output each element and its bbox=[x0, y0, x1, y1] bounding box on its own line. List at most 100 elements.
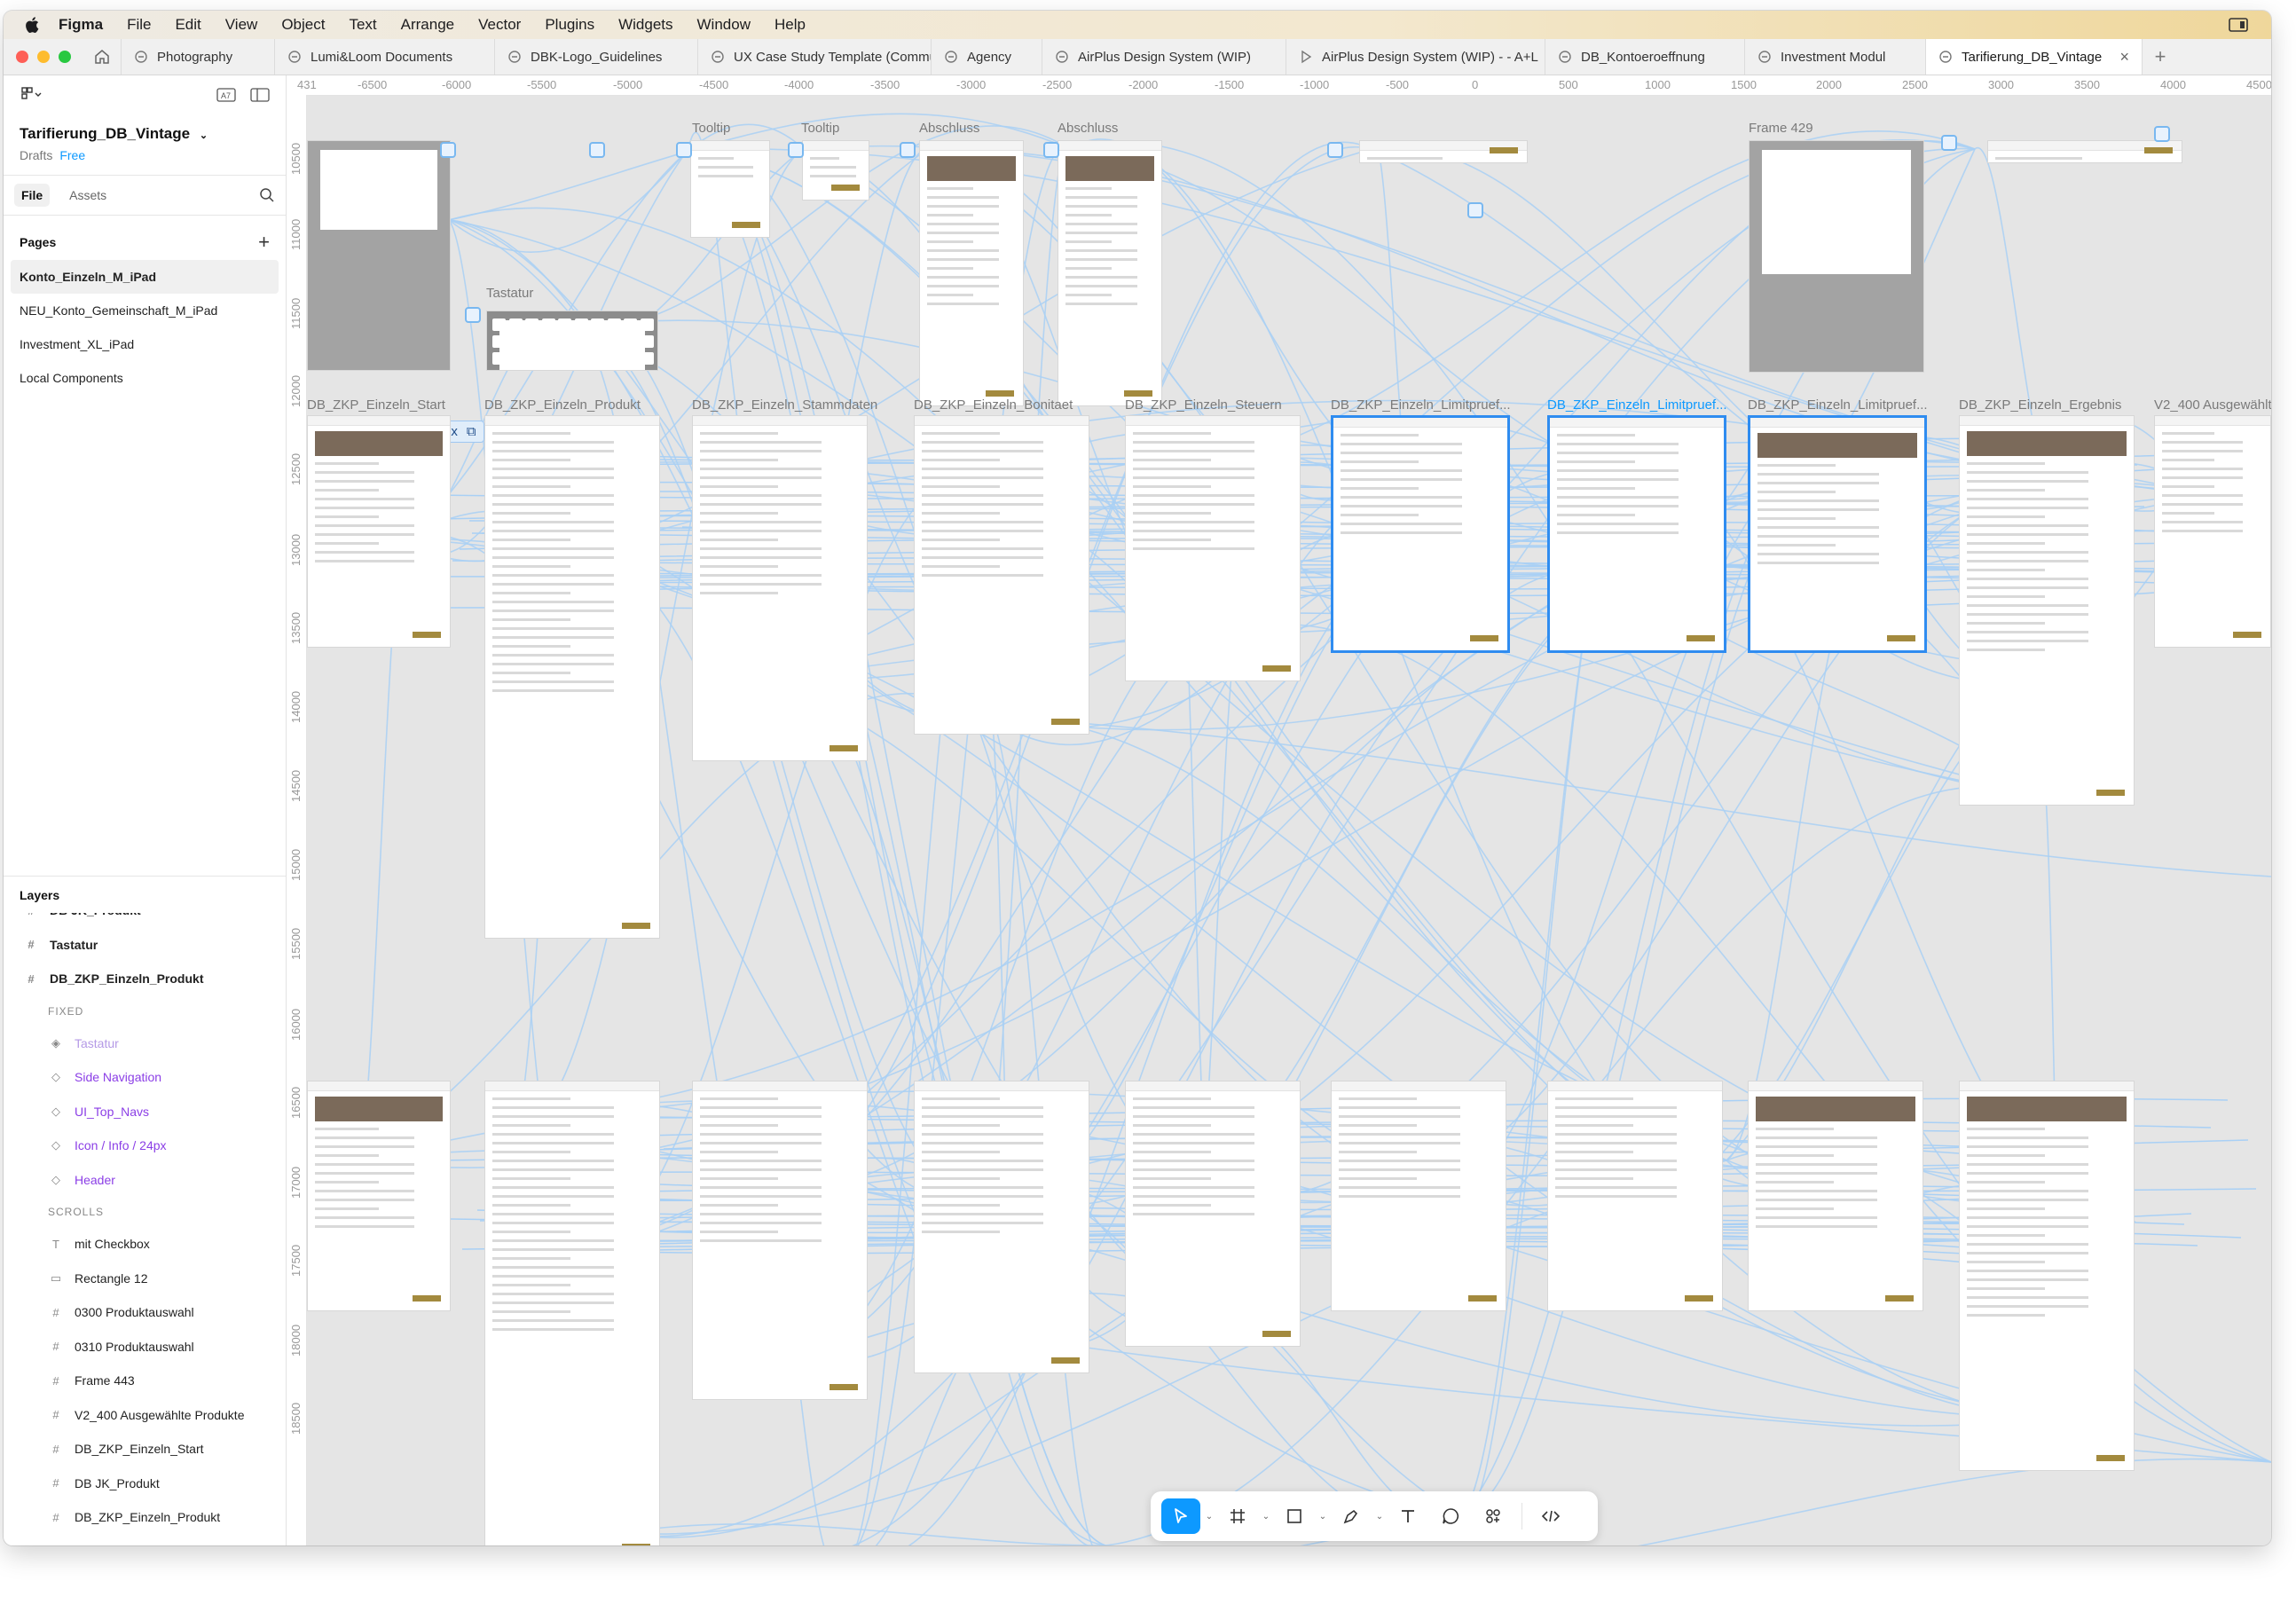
chevron-down-icon[interactable]: ⌄ bbox=[1317, 1512, 1328, 1522]
frame-name-label[interactable]: V2_400 Ausgewählte bbox=[2154, 397, 2271, 413]
frame-name-label[interactable]: DB_ZKP_Einzeln_Limitpruef... bbox=[1547, 397, 1727, 413]
tab-dbk-logo[interactable]: DBK-Logo_Guidelines bbox=[495, 39, 698, 75]
layer-row[interactable]: ◇ UI_Top_Navs bbox=[4, 1095, 286, 1129]
tab-assets[interactable]: Assets bbox=[62, 184, 114, 207]
menu-app-name[interactable]: Figma bbox=[59, 16, 103, 34]
new-tab-button[interactable]: + bbox=[2143, 45, 2178, 68]
interaction-node-icon[interactable] bbox=[788, 142, 804, 158]
home-tab[interactable] bbox=[83, 39, 122, 75]
layer-row[interactable]: # Frame 443 bbox=[4, 1364, 286, 1398]
tab-lumi-loom[interactable]: Lumi&Loom Documents bbox=[275, 39, 495, 75]
notification-frame[interactable] bbox=[1359, 140, 1528, 163]
layer-row[interactable]: #DB_ZKP_Einzeln_Start bbox=[4, 1432, 286, 1467]
layer-row[interactable]: # DB_ZKP_Einzeln_Produkt bbox=[4, 962, 286, 996]
layer-row[interactable]: # DB JK_Produkt bbox=[4, 913, 286, 928]
frame-name-label[interactable]: Abschluss bbox=[919, 121, 979, 136]
screen-frame[interactable] bbox=[1547, 1081, 1723, 1311]
frame-name-label[interactable]: Tooltip bbox=[692, 121, 730, 136]
screen-frame[interactable] bbox=[692, 1081, 868, 1400]
page-item[interactable]: Konto_Einzeln_M_iPad bbox=[11, 260, 279, 294]
menu-widgets[interactable]: Widgets bbox=[618, 16, 672, 34]
menu-file[interactable]: File bbox=[127, 16, 151, 34]
abschluss-frame[interactable] bbox=[919, 140, 1024, 406]
screen-frame[interactable] bbox=[1125, 415, 1301, 681]
layer-row[interactable]: #0300 Produktauswahl bbox=[4, 1295, 286, 1330]
interaction-node-icon[interactable] bbox=[1327, 142, 1343, 158]
frame-name-label[interactable]: DB_ZKP_Einzeln_Ergebnis bbox=[1959, 397, 2121, 413]
layer-row[interactable]: ◇ Header bbox=[4, 1163, 286, 1198]
frame-name-label[interactable]: DB_ZKP_Einzeln_Steuern bbox=[1125, 397, 1282, 413]
screen-frame[interactable] bbox=[307, 1081, 451, 1311]
screen-frame[interactable] bbox=[2154, 415, 2271, 648]
text-tool-button[interactable] bbox=[1388, 1498, 1427, 1534]
interaction-node-icon[interactable] bbox=[465, 307, 481, 323]
toggle-sidebar-icon[interactable] bbox=[250, 87, 270, 103]
design-canvas[interactable]: Tooltip Tooltip Abschluss Abschluss Frame 42… bbox=[307, 96, 2271, 1545]
close-tab-icon[interactable]: × bbox=[2109, 48, 2129, 67]
pen-tool-button[interactable] bbox=[1332, 1498, 1371, 1534]
layer-row[interactable]: # Tastatur bbox=[4, 928, 286, 963]
move-tool-button[interactable] bbox=[1161, 1498, 1200, 1534]
interaction-node-icon[interactable] bbox=[2154, 126, 2170, 142]
interaction-node-icon[interactable] bbox=[676, 142, 692, 158]
frame-name-label[interactable]: Tooltip bbox=[801, 121, 839, 136]
interaction-node-icon[interactable] bbox=[900, 142, 916, 158]
overlay-frame[interactable] bbox=[307, 140, 451, 371]
screen-frame[interactable] bbox=[1959, 415, 2135, 806]
close-window-button[interactable] bbox=[16, 51, 28, 63]
menu-object[interactable]: Object bbox=[281, 16, 325, 34]
tab-airplus-design-system[interactable]: AirPlus Design System (WIP) bbox=[1042, 39, 1286, 75]
layer-row[interactable]: #DB_ZKP_Einzeln_Start bbox=[4, 1535, 286, 1545]
layer-row[interactable]: ◇ Icon / Info / 24px bbox=[4, 1128, 286, 1163]
frame-429[interactable] bbox=[1749, 140, 1924, 373]
layer-row[interactable]: Tmit Checkbox bbox=[4, 1227, 286, 1262]
notification-frame[interactable] bbox=[1987, 140, 2182, 163]
screen-frame[interactable] bbox=[484, 1081, 660, 1545]
page-item[interactable]: Investment_XL_iPad bbox=[4, 327, 286, 361]
chevron-down-icon[interactable]: ⌄ bbox=[1261, 1512, 1271, 1522]
screen-frame[interactable] bbox=[1748, 1081, 1923, 1311]
figma-menu-status-icon[interactable] bbox=[2229, 17, 2248, 33]
interaction-node-icon[interactable] bbox=[1467, 202, 1483, 218]
screen-frame[interactable] bbox=[914, 1081, 1089, 1373]
add-page-icon[interactable]: + bbox=[258, 231, 270, 254]
zoom-window-button[interactable] bbox=[59, 51, 71, 63]
interaction-node-icon[interactable] bbox=[1043, 142, 1059, 158]
file-title[interactable]: Tarifierung_DB_Vintage ⌄ bbox=[20, 125, 286, 143]
screen-frame[interactable] bbox=[307, 415, 451, 648]
menu-text[interactable]: Text bbox=[349, 16, 376, 34]
frame-name-label[interactable]: DB_ZKP_Einzeln_Start bbox=[307, 397, 445, 413]
screen-frame[interactable] bbox=[1748, 415, 1927, 653]
dev-mode-toggle[interactable] bbox=[1531, 1498, 1570, 1534]
layer-row[interactable]: # DB JK_Produkt bbox=[4, 1467, 286, 1501]
interaction-node-icon[interactable] bbox=[440, 142, 456, 158]
tab-tarifierung-db-vintage[interactable]: Tarifierung_DB_Vintage × bbox=[1926, 39, 2143, 75]
shape-tool-button[interactable] bbox=[1275, 1498, 1314, 1534]
tab-ux-case-study[interactable]: UX Case Study Template (Community) bbox=[698, 39, 932, 75]
interaction-node-icon[interactable] bbox=[589, 142, 605, 158]
apple-logo-icon[interactable] bbox=[23, 15, 43, 35]
frame-name-label[interactable]: DB_ZKP_Einzeln_Bonitaet bbox=[914, 397, 1073, 413]
frame-name-label[interactable]: Abschluss bbox=[1058, 121, 1118, 136]
frame-name-label[interactable]: DB_ZKP_Einzeln_Produkt bbox=[484, 397, 641, 413]
screen-frame[interactable] bbox=[1331, 415, 1510, 653]
layer-row[interactable]: #0310 Produktauswahl bbox=[4, 1330, 286, 1364]
frame-name-label[interactable]: DB_ZKP_Einzeln_Limitpruef... bbox=[1748, 397, 1928, 413]
plan-badge[interactable]: Free bbox=[59, 148, 85, 162]
frame-name-label[interactable]: DB_ZKP_Einzeln_Stammdaten bbox=[692, 397, 877, 413]
page-item[interactable]: NEU_Konto_Gemeinschaft_M_iPad bbox=[4, 294, 286, 327]
menu-plugins[interactable]: Plugins bbox=[545, 16, 594, 34]
layer-row[interactable]: ▭ Rectangle 12 bbox=[4, 1262, 286, 1296]
menu-arrange[interactable]: Arrange bbox=[401, 16, 454, 34]
tab-agency[interactable]: Agency bbox=[932, 39, 1042, 75]
tab-airplus-prototype[interactable]: AirPlus Design System (WIP) - - A+L bbox=[1286, 39, 1545, 75]
menu-vector[interactable]: Vector bbox=[478, 16, 521, 34]
chevron-down-icon[interactable]: ⌄ bbox=[1374, 1512, 1385, 1522]
font-size-icon[interactable]: A7 bbox=[216, 87, 236, 103]
layer-row[interactable]: ◇ Side Navigation bbox=[4, 1060, 286, 1095]
tab-db-kontoeroeffnung[interactable]: DB_Kontoeroeffnung bbox=[1545, 39, 1745, 75]
screen-frame[interactable] bbox=[1331, 1081, 1506, 1311]
screen-frame[interactable] bbox=[1547, 415, 1726, 653]
layer-row[interactable]: # DB_ZKP_Einzeln_Produkt bbox=[4, 1500, 286, 1535]
menu-help[interactable]: Help bbox=[775, 16, 806, 34]
